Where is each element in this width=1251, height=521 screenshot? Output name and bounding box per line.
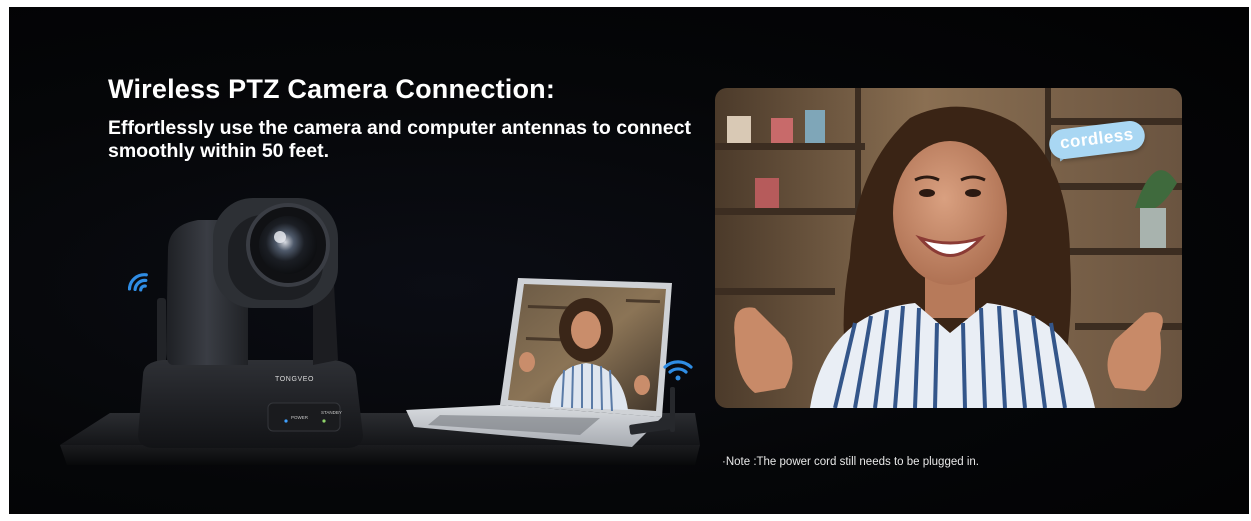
banner-headline: Wireless PTZ Camera Connection: bbox=[108, 74, 556, 104]
banner-subheadline: Effortlessly use the camera and computer… bbox=[108, 117, 691, 162]
camera-standby-label: STANDBY bbox=[321, 410, 342, 415]
laptop bbox=[406, 278, 675, 447]
camera-wifi-icon bbox=[128, 273, 148, 292]
laptop-wifi-icon bbox=[663, 360, 693, 381]
camera-brand-label: TONGVEO bbox=[275, 376, 315, 383]
power-cord-note: ·Note :The power cord still needs to be … bbox=[722, 456, 979, 468]
ptz-camera bbox=[138, 198, 363, 448]
camera-power-label: POWER bbox=[291, 415, 309, 420]
